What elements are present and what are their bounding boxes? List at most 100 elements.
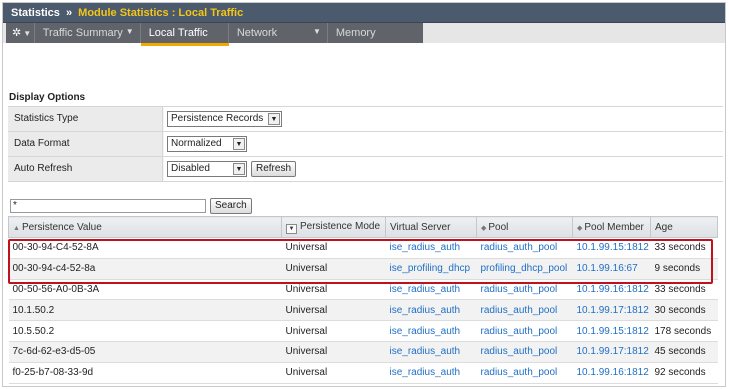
cell-persistence-value: 00-30-94-C4-52-8A [8, 237, 282, 259]
statistics-type-select[interactable]: Persistence Records ▼ [167, 111, 282, 127]
cell-age: 33 seconds [650, 237, 718, 259]
cell-persistence-value: 10.5.50.2 [8, 320, 282, 342]
select-value: Persistence Records [171, 113, 264, 124]
tab-options-menu[interactable]: ✲ ▼ [6, 23, 34, 43]
dropdown-arrow-icon[interactable]: ▼ [268, 113, 280, 125]
column-header-age[interactable]: Age [650, 216, 718, 238]
column-header-label: Age [655, 221, 673, 233]
cell-pool-link[interactable]: radius_auth_pool [476, 237, 573, 259]
cell-persistence-value: 7c-6d-62-e3-d5-05 [8, 341, 282, 363]
tab-label: Memory [335, 27, 376, 39]
chevron-down-icon: ▼ [23, 29, 32, 38]
cell-persistence-value: 00-50-56-A0-0B-3A [8, 279, 282, 301]
cell-age: 45 seconds [650, 341, 718, 363]
cell-persistence-mode: Universal [281, 237, 386, 259]
cell-persistence-mode: Universal [281, 258, 386, 280]
column-header-label: Pool [488, 221, 509, 233]
cell-age: 92 seconds [650, 362, 718, 384]
cell-persistence-mode: Universal [281, 279, 386, 301]
column-header-persistence-mode[interactable]: ▼ Persistence Mode [281, 216, 386, 238]
tab-local-traffic[interactable]: Local Traffic [140, 23, 229, 46]
table-row: 10.5.50.2 Universal ise_radius_auth radi… [8, 320, 718, 342]
dropdown-arrow-icon[interactable]: ▼ [233, 163, 245, 175]
cell-pool-member-link[interactable]: 10.1.99.16:67 [572, 258, 651, 280]
breadcrumb-root[interactable]: Statistics [11, 7, 60, 19]
sort-ascending-icon: ▲ [13, 224, 20, 232]
tab-memory[interactable]: Memory [328, 23, 423, 43]
column-header-label: Persistence Value [21, 221, 102, 233]
tab-label: Local Traffic [148, 27, 208, 39]
cell-pool-link[interactable]: radius_auth_pool [476, 320, 573, 342]
cell-pool-member-link[interactable]: 10.1.99.16:1812 [572, 362, 651, 384]
cell-pool-member-link[interactable]: 10.1.99.17:1812 [572, 299, 651, 322]
cell-virtual-server-link[interactable]: ise_radius_auth [385, 279, 477, 301]
search-input[interactable]: * [10, 199, 206, 213]
cell-virtual-server-link[interactable]: ise_radius_auth [385, 237, 477, 259]
cell-pool-link[interactable]: radius_auth_pool [476, 341, 573, 363]
select-value: Disabled [171, 163, 210, 174]
option-value-cell: Normalized ▼ [164, 132, 723, 156]
chevron-down-icon[interactable]: ▼ [126, 27, 134, 36]
cell-virtual-server-link[interactable]: ise_radius_auth [385, 341, 477, 363]
cell-pool-member-link[interactable]: 10.1.99.16:1812 [572, 279, 651, 301]
tab-traffic-summary[interactable]: Traffic Summary ▼ [35, 23, 140, 43]
select-value: Normalized [171, 138, 222, 149]
breadcrumb-separator: » [65, 7, 73, 19]
persistence-records-table: ▲ Persistence Value ▼ Persistence Mode Vir… [8, 216, 718, 384]
table-row: f0-25-b7-08-33-9d Universal ise_radius_a… [8, 362, 718, 384]
display-options-title: Display Options [9, 92, 86, 103]
cell-persistence-value: 00-30-94-c4-52-8a [8, 258, 282, 280]
cell-virtual-server-link[interactable]: ise_profiling_dhcp [385, 258, 477, 280]
chevron-down-icon[interactable]: ▼ [286, 223, 297, 234]
breadcrumb-current: Module Statistics : Local Traffic [78, 7, 244, 19]
tab-label: Traffic Summary [42, 27, 123, 39]
table-row: 00-30-94-C4-52-8A Universal ise_radius_a… [8, 237, 718, 259]
chevron-down-icon[interactable]: ▼ [313, 27, 321, 36]
cell-pool-link[interactable]: radius_auth_pool [476, 279, 573, 301]
auto-refresh-select[interactable]: Disabled ▼ [167, 161, 247, 177]
cell-virtual-server-link[interactable]: ise_radius_auth [385, 299, 477, 322]
cell-persistence-value: 10.1.50.2 [8, 299, 282, 322]
dropdown-arrow-icon[interactable]: ▼ [233, 138, 245, 150]
search-button[interactable]: Search [210, 198, 252, 214]
cell-pool-member-link[interactable]: 10.1.99.15:1812 [572, 320, 651, 342]
column-header-persistence-value[interactable]: ▲ Persistence Value [8, 216, 282, 238]
sort-icon: ◆ [577, 224, 583, 232]
active-tab-indicator [140, 43, 229, 46]
sort-icon: ◆ [481, 224, 487, 232]
tab-bar: ✲ ▼ Traffic Summary ▼ Local Traffic Netwo… [3, 23, 725, 46]
table-row: 10.1.50.2 Universal ise_radius_auth radi… [8, 299, 718, 322]
cell-age: 9 seconds [650, 258, 718, 280]
cell-virtual-server-link[interactable]: ise_radius_auth [385, 320, 477, 342]
column-header-pool-member[interactable]: ◆ Pool Member [572, 216, 651, 238]
tab-network[interactable]: Network ▼ [229, 23, 327, 43]
cell-persistence-mode: Universal [281, 341, 386, 363]
cell-pool-member-link[interactable]: 10.1.99.17:1812 [572, 341, 651, 363]
data-format-select[interactable]: Normalized ▼ [167, 136, 247, 152]
cell-pool-link[interactable]: radius_auth_pool [476, 299, 573, 322]
option-row-data-format: Data Format Normalized ▼ [8, 132, 723, 157]
table-header-row: ▲ Persistence Value ▼ Persistence Mode Vir… [8, 216, 718, 238]
cell-virtual-server-link[interactable]: ise_radius_auth [385, 362, 477, 384]
column-header-label: Virtual Server [390, 221, 451, 233]
column-header-virtual-server[interactable]: Virtual Server [385, 216, 477, 238]
tab-strip: ✲ ▼ Traffic Summary ▼ Local Traffic Netwo… [6, 23, 423, 46]
cell-persistence-mode: Universal [281, 320, 386, 342]
cell-pool-link[interactable]: radius_auth_pool [476, 362, 573, 384]
option-value-cell: Disabled ▼ Refresh [164, 157, 723, 181]
option-row-statistics-type: Statistics Type Persistence Records ▼ [8, 107, 723, 132]
cell-age: 30 seconds [650, 299, 718, 322]
column-header-pool[interactable]: ◆ Pool [476, 216, 573, 238]
refresh-button[interactable]: Refresh [251, 161, 297, 177]
option-label: Data Format [8, 132, 163, 156]
cell-pool-member-link[interactable]: 10.1.99.15:1812 [572, 237, 651, 259]
title-bar: Statistics » Module Statistics : Local T… [3, 3, 725, 23]
option-label: Auto Refresh [8, 157, 163, 181]
cell-pool-link[interactable]: profiling_dhcp_pool [476, 258, 573, 280]
cell-persistence-value: f0-25-b7-08-33-9d [8, 362, 282, 384]
option-label: Statistics Type [8, 107, 163, 131]
cell-persistence-mode: Universal [281, 299, 386, 322]
cell-persistence-mode: Universal [281, 362, 386, 384]
table-row: 00-50-56-A0-0B-3A Universal ise_radius_a… [8, 279, 718, 301]
cell-age: 33 seconds [650, 279, 718, 301]
